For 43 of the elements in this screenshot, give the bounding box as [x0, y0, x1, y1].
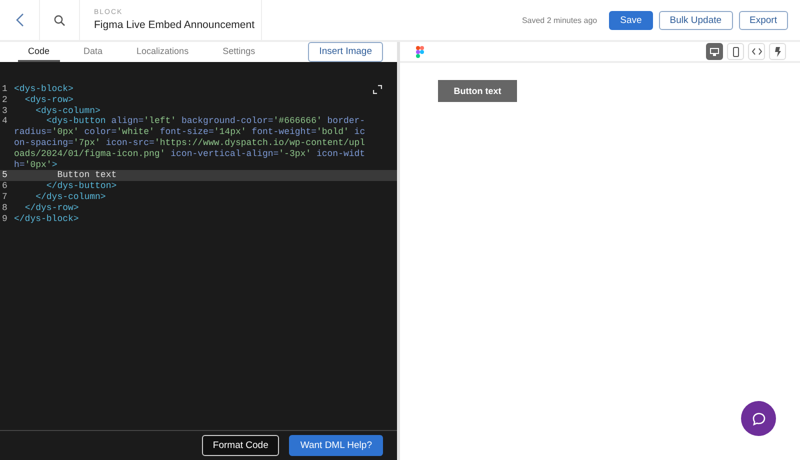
tab[interactable]: Settings: [212, 42, 266, 62]
code-text: <dys-button align='left' background-color='#666666' border-radius='0px' color='white' font-size='14px' font-weight='bold' icon-spacing='7px' icon-src='https://www.dyspatch.io/wp-content/uploads/2024/01/figma-icon.png' icon-vertical-align='-3px' icon-width='0px'>: [14, 116, 366, 170]
format-code-button[interactable]: Format Code: [202, 435, 280, 456]
tab[interactable]: Data: [74, 42, 113, 62]
line-number: 6: [1, 181, 8, 192]
dml-help-button[interactable]: Want DML Help?: [289, 435, 383, 456]
expand-icon[interactable]: [373, 85, 382, 94]
search-icon[interactable]: [54, 14, 65, 26]
bulk-update-button[interactable]: Bulk Update: [658, 10, 733, 30]
tab[interactable]: Localizations: [126, 42, 199, 62]
line-number: 3: [1, 106, 8, 116]
code-text: </dys-block>: [14, 214, 80, 224]
code-text: <dys-block>: [14, 84, 74, 95]
code-text: </dys-column>: [34, 192, 107, 203]
code-text: Button text: [56, 170, 118, 182]
code-text: <dys-column>: [34, 106, 102, 116]
code-view-button[interactable]: [748, 43, 765, 60]
save-status: Saved 2 minutes ago: [522, 16, 598, 24]
line-number: 8: [1, 202, 8, 214]
figma-logo-icon: [416, 46, 424, 58]
code-text: </dys-button>: [45, 181, 118, 192]
line-number: 4: [1, 116, 8, 128]
code-icon: [752, 48, 762, 55]
chevron-left-icon: [16, 13, 24, 27]
speech-bubble-icon: [752, 412, 766, 426]
monitor-icon: [710, 48, 719, 56]
mobile-view-button[interactable]: [727, 43, 744, 60]
chat-button[interactable]: [741, 401, 776, 436]
phone-icon: [732, 46, 738, 56]
bolt-view-button[interactable]: [769, 43, 786, 60]
desktop-view-button[interactable]: [706, 43, 723, 60]
code-text: </dys-row>: [24, 202, 80, 214]
block-title: Figma Live Embed Announcement: [94, 18, 255, 32]
line-number: 9: [1, 214, 8, 224]
code-text: <dys-row>: [24, 94, 74, 106]
line-number: 1: [1, 84, 8, 95]
line-number: 5: [1, 170, 8, 182]
export-button[interactable]: Export: [738, 10, 788, 30]
line-number: 2: [1, 94, 8, 106]
line-number: 7: [1, 192, 8, 203]
save-button[interactable]: Save: [609, 10, 653, 30]
bolt-icon: [774, 46, 780, 56]
insert-image-button[interactable]: Insert Image: [308, 42, 383, 62]
